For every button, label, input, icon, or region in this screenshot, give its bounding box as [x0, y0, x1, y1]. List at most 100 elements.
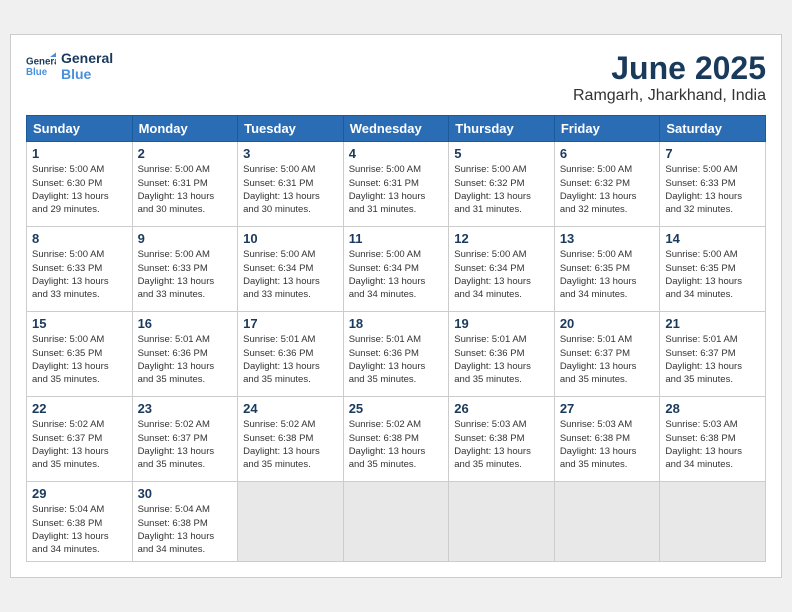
logo: General Blue General Blue [26, 50, 113, 82]
day-info: Sunrise: 5:00 AM Sunset: 6:34 PM Dayligh… [349, 248, 444, 301]
col-monday: Monday [132, 116, 238, 142]
day-number: 6 [560, 146, 655, 161]
day-info: Sunrise: 5:00 AM Sunset: 6:32 PM Dayligh… [454, 163, 549, 216]
header-row: General Blue General Blue June 2025 Ramg… [26, 50, 766, 105]
table-row: 2 Sunrise: 5:00 AM Sunset: 6:31 PM Dayli… [132, 142, 238, 227]
table-row: 25 Sunrise: 5:02 AM Sunset: 6:38 PM Dayl… [343, 397, 449, 482]
day-info: Sunrise: 5:00 AM Sunset: 6:35 PM Dayligh… [32, 333, 127, 386]
day-info: Sunrise: 5:00 AM Sunset: 6:35 PM Dayligh… [665, 248, 760, 301]
day-number: 26 [454, 401, 549, 416]
day-info: Sunrise: 5:00 AM Sunset: 6:31 PM Dayligh… [349, 163, 444, 216]
day-info: Sunrise: 5:01 AM Sunset: 6:36 PM Dayligh… [138, 333, 233, 386]
col-friday: Friday [554, 116, 660, 142]
table-row [343, 482, 449, 561]
day-number: 11 [349, 231, 444, 246]
day-number: 24 [243, 401, 338, 416]
day-number: 1 [32, 146, 127, 161]
day-info: Sunrise: 5:00 AM Sunset: 6:32 PM Dayligh… [560, 163, 655, 216]
day-info: Sunrise: 5:01 AM Sunset: 6:37 PM Dayligh… [665, 333, 760, 386]
table-row [238, 482, 344, 561]
table-row: 7 Sunrise: 5:00 AM Sunset: 6:33 PM Dayli… [660, 142, 766, 227]
logo-icon: General Blue [26, 51, 56, 81]
col-saturday: Saturday [660, 116, 766, 142]
day-info: Sunrise: 5:01 AM Sunset: 6:37 PM Dayligh… [560, 333, 655, 386]
table-row [449, 482, 555, 561]
day-number: 15 [32, 316, 127, 331]
day-number: 19 [454, 316, 549, 331]
day-info: Sunrise: 5:01 AM Sunset: 6:36 PM Dayligh… [454, 333, 549, 386]
table-row: 12 Sunrise: 5:00 AM Sunset: 6:34 PM Dayl… [449, 227, 555, 312]
table-row: 19 Sunrise: 5:01 AM Sunset: 6:36 PM Dayl… [449, 312, 555, 397]
day-info: Sunrise: 5:00 AM Sunset: 6:33 PM Dayligh… [138, 248, 233, 301]
day-number: 7 [665, 146, 760, 161]
day-info: Sunrise: 5:00 AM Sunset: 6:33 PM Dayligh… [32, 248, 127, 301]
day-number: 16 [138, 316, 233, 331]
table-row: 14 Sunrise: 5:00 AM Sunset: 6:35 PM Dayl… [660, 227, 766, 312]
table-row: 29 Sunrise: 5:04 AM Sunset: 6:38 PM Dayl… [27, 482, 133, 561]
day-number: 29 [32, 486, 127, 501]
day-info: Sunrise: 5:00 AM Sunset: 6:35 PM Dayligh… [560, 248, 655, 301]
day-number: 12 [454, 231, 549, 246]
day-number: 4 [349, 146, 444, 161]
svg-text:General: General [26, 57, 56, 68]
table-row: 26 Sunrise: 5:03 AM Sunset: 6:38 PM Dayl… [449, 397, 555, 482]
day-number: 5 [454, 146, 549, 161]
logo-general: General [61, 50, 113, 66]
table-row: 18 Sunrise: 5:01 AM Sunset: 6:36 PM Dayl… [343, 312, 449, 397]
day-number: 27 [560, 401, 655, 416]
table-row: 15 Sunrise: 5:00 AM Sunset: 6:35 PM Dayl… [27, 312, 133, 397]
day-number: 2 [138, 146, 233, 161]
calendar-container: General Blue General Blue June 2025 Ramg… [10, 34, 782, 577]
day-info: Sunrise: 5:01 AM Sunset: 6:36 PM Dayligh… [243, 333, 338, 386]
table-row: 17 Sunrise: 5:01 AM Sunset: 6:36 PM Dayl… [238, 312, 344, 397]
table-row: 9 Sunrise: 5:00 AM Sunset: 6:33 PM Dayli… [132, 227, 238, 312]
day-number: 14 [665, 231, 760, 246]
day-number: 30 [138, 486, 233, 501]
day-info: Sunrise: 5:00 AM Sunset: 6:30 PM Dayligh… [32, 163, 127, 216]
calendar-table: Sunday Monday Tuesday Wednesday Thursday… [26, 115, 766, 561]
col-sunday: Sunday [27, 116, 133, 142]
day-info: Sunrise: 5:00 AM Sunset: 6:33 PM Dayligh… [665, 163, 760, 216]
table-row: 22 Sunrise: 5:02 AM Sunset: 6:37 PM Dayl… [27, 397, 133, 482]
table-row: 8 Sunrise: 5:00 AM Sunset: 6:33 PM Dayli… [27, 227, 133, 312]
day-number: 22 [32, 401, 127, 416]
day-info: Sunrise: 5:00 AM Sunset: 6:31 PM Dayligh… [138, 163, 233, 216]
day-info: Sunrise: 5:01 AM Sunset: 6:36 PM Dayligh… [349, 333, 444, 386]
day-info: Sunrise: 5:02 AM Sunset: 6:38 PM Dayligh… [243, 418, 338, 471]
table-row: 3 Sunrise: 5:00 AM Sunset: 6:31 PM Dayli… [238, 142, 344, 227]
day-number: 3 [243, 146, 338, 161]
table-row: 11 Sunrise: 5:00 AM Sunset: 6:34 PM Dayl… [343, 227, 449, 312]
svg-text:Blue: Blue [26, 67, 48, 78]
table-row: 30 Sunrise: 5:04 AM Sunset: 6:38 PM Dayl… [132, 482, 238, 561]
day-number: 21 [665, 316, 760, 331]
day-number: 23 [138, 401, 233, 416]
day-info: Sunrise: 5:03 AM Sunset: 6:38 PM Dayligh… [454, 418, 549, 471]
table-row: 20 Sunrise: 5:01 AM Sunset: 6:37 PM Dayl… [554, 312, 660, 397]
col-tuesday: Tuesday [238, 116, 344, 142]
day-number: 17 [243, 316, 338, 331]
table-row: 13 Sunrise: 5:00 AM Sunset: 6:35 PM Dayl… [554, 227, 660, 312]
day-info: Sunrise: 5:02 AM Sunset: 6:38 PM Dayligh… [349, 418, 444, 471]
day-info: Sunrise: 5:00 AM Sunset: 6:34 PM Dayligh… [243, 248, 338, 301]
table-row: 23 Sunrise: 5:02 AM Sunset: 6:37 PM Dayl… [132, 397, 238, 482]
day-number: 10 [243, 231, 338, 246]
day-number: 9 [138, 231, 233, 246]
day-info: Sunrise: 5:04 AM Sunset: 6:38 PM Dayligh… [138, 503, 233, 556]
header-row: Sunday Monday Tuesday Wednesday Thursday… [27, 116, 766, 142]
table-row: 28 Sunrise: 5:03 AM Sunset: 6:38 PM Dayl… [660, 397, 766, 482]
table-row: 21 Sunrise: 5:01 AM Sunset: 6:37 PM Dayl… [660, 312, 766, 397]
table-row [554, 482, 660, 561]
day-number: 13 [560, 231, 655, 246]
table-row [660, 482, 766, 561]
day-number: 28 [665, 401, 760, 416]
col-wednesday: Wednesday [343, 116, 449, 142]
table-row: 1 Sunrise: 5:00 AM Sunset: 6:30 PM Dayli… [27, 142, 133, 227]
day-info: Sunrise: 5:00 AM Sunset: 6:34 PM Dayligh… [454, 248, 549, 301]
day-number: 8 [32, 231, 127, 246]
table-row: 24 Sunrise: 5:02 AM Sunset: 6:38 PM Dayl… [238, 397, 344, 482]
table-row: 5 Sunrise: 5:00 AM Sunset: 6:32 PM Dayli… [449, 142, 555, 227]
day-info: Sunrise: 5:03 AM Sunset: 6:38 PM Dayligh… [560, 418, 655, 471]
month-year-title: June 2025 [573, 50, 766, 87]
day-number: 20 [560, 316, 655, 331]
col-thursday: Thursday [449, 116, 555, 142]
